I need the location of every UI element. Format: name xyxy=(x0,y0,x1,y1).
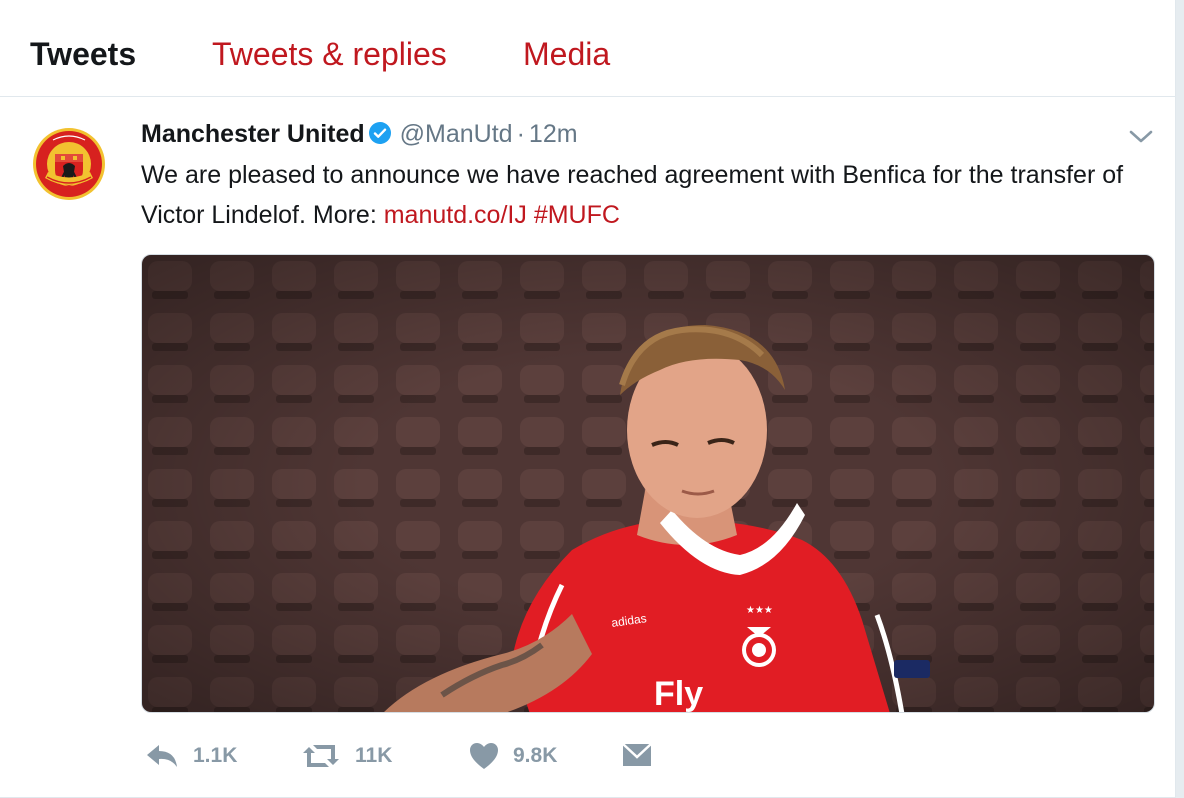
tweet-timestamp[interactable]: 12m xyxy=(529,120,578,148)
envelope-icon xyxy=(622,743,652,766)
svg-text:★★★: ★★★ xyxy=(746,605,773,616)
avatar[interactable] xyxy=(25,120,113,208)
reply-button[interactable]: 1.1K xyxy=(145,736,237,776)
verified-badge-icon xyxy=(368,119,392,155)
separator-dot: · xyxy=(516,120,525,148)
retweet-button[interactable]: 11K xyxy=(301,736,392,776)
tweet-text: We are pleased to announce we have reach… xyxy=(141,155,1141,235)
timeline-card: Tweets Tweets & replies Media Manchester… xyxy=(0,0,1176,798)
tweet-actions: 1.1K 11K 9.8K xyxy=(141,736,741,776)
player-photo: ★★★ Fly adidas xyxy=(142,255,1154,713)
shirt-sponsor: Fly xyxy=(654,675,703,713)
reply-count: 1.1K xyxy=(193,744,238,767)
like-button[interactable]: 9.8K xyxy=(469,736,557,776)
reply-icon xyxy=(147,745,177,767)
tweet-media-photo[interactable]: ★★★ Fly adidas xyxy=(141,254,1155,713)
tweet-body: We are pleased to announce we have reach… xyxy=(141,161,1124,229)
tweet-hashtag[interactable]: #MUFC xyxy=(534,201,620,229)
heart-icon xyxy=(470,743,498,769)
tab-tweets-and-replies[interactable]: Tweets & replies xyxy=(212,34,447,74)
tweet-link[interactable]: manutd.co/IJ xyxy=(384,201,527,229)
manchester-united-crest-icon xyxy=(25,120,113,208)
like-count: 9.8K xyxy=(513,744,558,767)
retweet-icon xyxy=(303,745,339,767)
author-handle[interactable]: @ManUtd xyxy=(400,120,513,148)
tab-tweets[interactable]: Tweets xyxy=(30,34,136,74)
profile-tabs: Tweets Tweets & replies Media xyxy=(0,0,1175,97)
tab-media[interactable]: Media xyxy=(523,34,610,74)
direct-message-button[interactable] xyxy=(621,736,653,776)
more-options-chevron-icon[interactable] xyxy=(1126,125,1156,147)
tweet-header: Manchester United @ManUtd · 12m xyxy=(141,116,578,155)
retweet-count: 11K xyxy=(355,744,393,767)
author-name[interactable]: Manchester United xyxy=(141,120,365,148)
